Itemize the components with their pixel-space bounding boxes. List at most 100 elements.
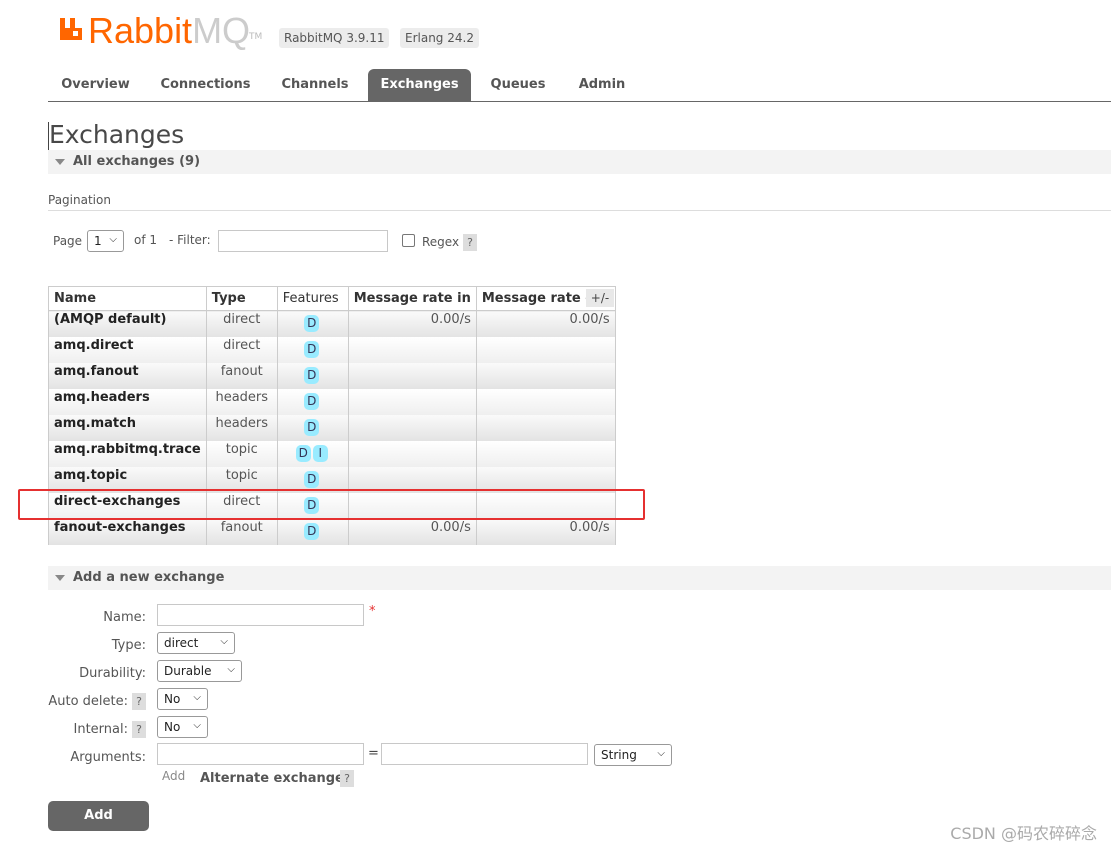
filter-label: - Filter: [169,233,211,247]
col-name-header[interactable]: Name [48,286,207,311]
exchange-type-select[interactable]: direct ⌵ [157,632,235,654]
table-row: amq.rabbitmq.trace topic DI [48,440,616,467]
tab-admin[interactable]: Admin [568,69,636,101]
exchange-type: fanout [205,362,278,389]
all-exchanges-toggle[interactable]: All exchanges (9) [48,150,1111,174]
rate-out [475,388,616,415]
features-cell: DI [276,440,349,467]
chevron-down-icon: ⌵ [657,748,665,759]
argument-type-select[interactable]: String ⌵ [594,744,672,766]
exchange-name-link[interactable]: amq.fanout [48,362,207,389]
exchange-type: direct [205,336,278,363]
durable-badge[interactable]: D [304,315,320,332]
tab-exchanges[interactable]: Exchanges [368,69,471,101]
trademark: TM [249,32,263,42]
table-row: amq.fanout fanout D [48,362,616,389]
page-title: Exchanges [49,120,185,149]
arguments-label: Arguments: [70,750,146,765]
rate-out [475,362,616,389]
tab-overview[interactable]: Overview [48,69,143,101]
durability-label: Durability: [79,666,146,681]
collapse-triangle-icon [55,575,65,581]
alternate-exchange-help-button[interactable]: ? [340,770,354,787]
exchange-type: headers [205,414,278,441]
rate-out [475,440,616,467]
columns-toggle-button[interactable]: +/- [586,289,614,307]
regex-checkbox[interactable] [402,234,415,247]
durable-badge[interactable]: D [304,366,320,384]
durable-badge[interactable]: D [304,392,320,410]
col-rate-in-header: Message rate in [347,286,477,311]
exchange-name-link[interactable]: amq.rabbitmq.trace [48,440,207,467]
internal-label: Internal: [73,722,128,737]
exchange-name-link[interactable]: amq.match [48,414,207,441]
features-cell: D [276,336,349,363]
rabbitmq-logo-icon [60,18,82,40]
exchange-name-link[interactable]: amq.headers [48,388,207,415]
rate-out: 0.00/s [475,310,616,337]
exchange-name-input[interactable] [157,604,364,626]
durable-badge[interactable]: D [304,470,320,488]
chevron-down-icon: ⌵ [220,636,228,647]
col-type-header[interactable]: Type [205,286,278,311]
rate-in [347,362,477,389]
argument-value-input[interactable] [381,743,588,765]
table-row: amq.direct direct D [48,336,616,363]
erlang-version-badge: Erlang 24.2 [400,28,479,48]
add-exchange-toggle[interactable]: Add a new exchange [48,566,1111,590]
features-cell: D [276,362,349,389]
col-features-header: Features [276,286,349,311]
durable-badge[interactable]: D [304,340,320,358]
rate-out: 0.00/s [475,518,616,545]
brand-wordmark: RabbitMQ [88,10,251,51]
exchange-type: fanout [205,518,278,545]
equals-sign: = [368,746,379,761]
internal-badge[interactable]: I [312,444,328,462]
durable-badge[interactable]: D [304,522,320,540]
collapse-triangle-icon [55,159,65,165]
table-row: amq.match headers D [48,414,616,441]
exchange-name-link[interactable]: amq.direct [48,336,207,363]
tab-queues[interactable]: Queues [480,69,556,101]
auto-delete-select[interactable]: No ⌵ [157,688,208,710]
pagination-heading: Pagination [48,193,111,207]
required-marker: * [369,604,376,619]
exchange-type: topic [205,440,278,467]
internal-select[interactable]: No ⌵ [157,716,208,738]
rate-in [347,388,477,415]
argument-key-input[interactable] [157,743,364,765]
features-cell: D [276,310,349,337]
rate-in [347,414,477,441]
page-count: of 1 [134,233,158,247]
features-cell: D [276,388,349,415]
rabbitmq-version-badge: RabbitMQ 3.9.11 [279,28,390,48]
alternate-exchange-link[interactable]: Alternate exchange [200,771,344,786]
chevron-down-icon: ⌵ [193,692,201,703]
exchange-name-link[interactable]: (AMQP default) [48,310,207,337]
exchange-name-link[interactable]: fanout-exchanges [48,518,207,545]
durable-badge[interactable]: D [304,418,320,436]
rate-in: 0.00/s [347,518,477,545]
chevron-down-icon: ⌵ [227,664,235,675]
tab-connections[interactable]: Connections [153,69,258,101]
tab-channels[interactable]: Channels [270,69,360,101]
chevron-down-icon: ⌵ [193,720,201,731]
auto-delete-label: Auto delete: [48,694,128,709]
durable-badge[interactable]: D [295,444,311,462]
highlight-annotation [18,489,645,520]
rate-in [347,336,477,363]
add-exchange-button[interactable]: Add exchange [48,801,149,853]
rate-out [475,336,616,363]
durability-select[interactable]: Durable ⌵ [157,660,242,682]
filter-input[interactable] [218,230,388,252]
table-row: amq.headers headers D [48,388,616,415]
table-row: (AMQP default) direct D 0.00/s 0.00/s [48,310,616,337]
rate-out [475,414,616,441]
watermark: CSDN @码农碎碎念 [950,824,1097,843]
page-select[interactable]: 1 ⌵ [87,230,124,252]
regex-help-button[interactable]: ? [463,234,477,251]
rate-in [347,440,477,467]
regex-label: Regex [422,235,460,249]
auto-delete-help-button[interactable]: ? [132,693,146,710]
internal-help-button[interactable]: ? [132,721,146,738]
